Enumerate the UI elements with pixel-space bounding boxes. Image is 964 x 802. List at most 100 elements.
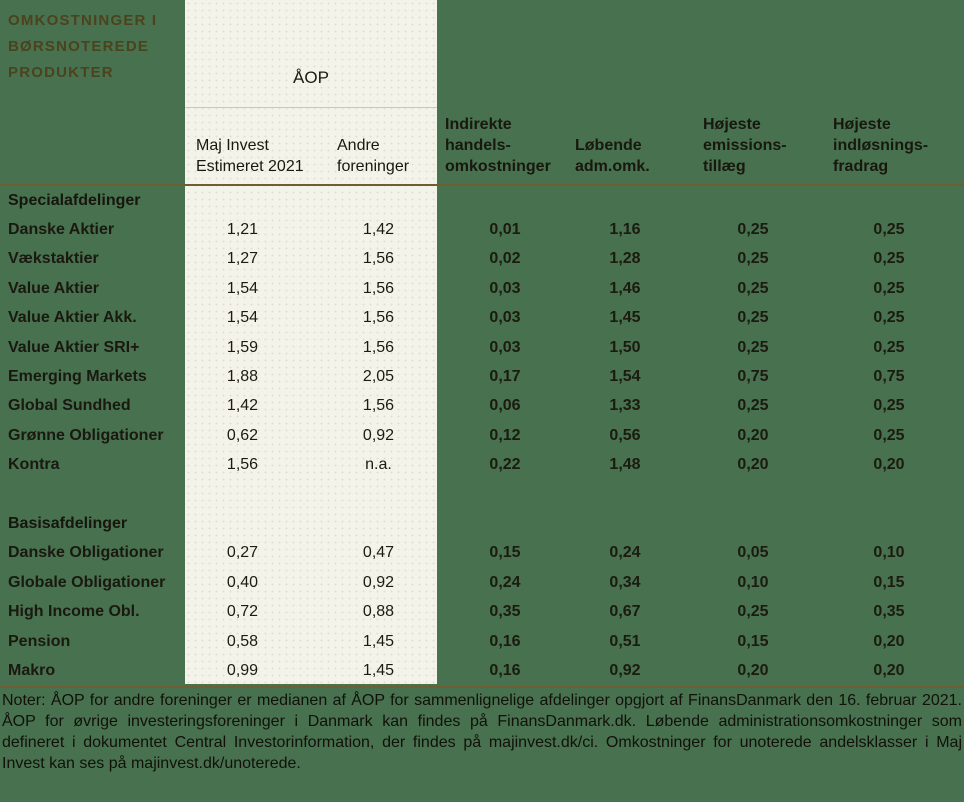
cell-hojeste-emissionstillaeg: 0,25 (737, 309, 769, 327)
table-row: Emerging Markets 1,88 2,05 0,17 1,54 0,75 0,75 (0, 362, 964, 391)
cell-aop-andre-foreninger: 1,56 (362, 250, 395, 268)
table-row: Value Aktier Akk. 1,54 1,56 0,03 1,45 0,25 0,2… (0, 304, 964, 333)
column-header-aop-andre-foreninger: Andre foreninger (337, 137, 410, 175)
cell-hojeste-emissionstillaeg: 0,20 (737, 426, 769, 444)
cell-aop-maj-invest: 0,72 (226, 603, 259, 621)
table-row: Kontra 1,56 n.a. 0,22 1,48 0,20 0,20 (0, 451, 964, 480)
table-row: Danske Aktier 1,21 1,42 0,01 1,16 0,25 0,25 (0, 215, 964, 244)
row-label: Danske Obligationer (8, 544, 164, 562)
cell-indirekte-handelsomkostninger: 0,06 (489, 397, 521, 415)
cell-indirekte-handelsomkostninger: 0,17 (489, 368, 521, 386)
cell-hojeste-emissionstillaeg: 0,25 (737, 397, 769, 415)
column-header-hojeste-emissionstillaeg: Højeste emissions- tillæg (703, 116, 787, 175)
cell-aop-andre-foreninger: 1,56 (362, 397, 395, 415)
cell-lobende-adm-omk: 1,28 (609, 250, 641, 268)
column-header-aop-maj-invest: Maj Invest Estimeret 2021 (196, 137, 304, 175)
row-label: Value Aktier SRI+ (8, 338, 140, 356)
cell-hojeste-indlosningsfradrag: 0,25 (873, 397, 905, 415)
cell-indirekte-handelsomkostninger: 0,24 (489, 573, 521, 591)
cell-hojeste-emissionstillaeg: 0,05 (737, 544, 769, 562)
cell-aop-maj-invest: 1,88 (226, 368, 259, 386)
row-label: Danske Aktier (8, 221, 115, 239)
cell-aop-maj-invest: 1,54 (226, 309, 259, 327)
cell-aop-maj-invest: 0,58 (226, 632, 259, 650)
row-label: Vækstaktier (8, 250, 99, 268)
row-label: High Income Obl. (8, 603, 140, 621)
cell-hojeste-indlosningsfradrag: 0,25 (873, 309, 905, 327)
cell-hojeste-emissionstillaeg: 0,25 (737, 250, 769, 268)
cell-hojeste-indlosningsfradrag: 0,20 (873, 661, 905, 679)
cell-hojeste-indlosningsfradrag: 0,25 (873, 250, 905, 268)
section-title: Basisafdelinger (8, 514, 128, 532)
row-label: Globale Obligationer (8, 573, 166, 591)
cell-hojeste-emissionstillaeg: 0,20 (737, 661, 769, 679)
column-header-lobende-adm-omk: Løbende adm.omk. (575, 137, 650, 175)
cell-hojeste-emissionstillaeg: 0,25 (737, 603, 769, 621)
cell-indirekte-handelsomkostninger: 0,02 (489, 250, 521, 268)
table-row: Global Sundhed 1,42 1,56 0,06 1,33 0,25 0,25 (0, 392, 964, 421)
row-label: Global Sundhed (8, 397, 131, 415)
cell-aop-andre-foreninger: 0,92 (362, 426, 395, 444)
cell-hojeste-indlosningsfradrag: 0,20 (873, 632, 905, 650)
cell-lobende-adm-omk: 1,45 (609, 309, 641, 327)
cell-lobende-adm-omk: 0,51 (609, 632, 641, 650)
cell-aop-andre-foreninger: 1,45 (362, 661, 395, 679)
cell-hojeste-indlosningsfradrag: 0,75 (873, 368, 905, 386)
cell-indirekte-handelsomkostninger: 0,03 (489, 338, 521, 356)
column-header-indirekte-handelsomkostninger: Indirekte handels- omkostninger (445, 116, 551, 175)
cell-hojeste-emissionstillaeg: 0,25 (737, 279, 769, 297)
cell-aop-andre-foreninger: 1,56 (362, 338, 395, 356)
table-row: Globale Obligationer 0,40 0,92 0,24 0,34 0,10… (0, 568, 964, 597)
table-row: Pension 0,58 1,45 0,16 0,51 0,15 0,20 (0, 627, 964, 656)
column-header-hojeste-indlosningsfradrag: Højeste indløsnings- fradrag (833, 116, 929, 175)
row-label: Kontra (8, 456, 60, 474)
cell-lobende-adm-omk: 1,54 (609, 368, 641, 386)
cell-aop-maj-invest: 1,27 (226, 250, 259, 268)
cell-aop-andre-foreninger: 0,92 (362, 573, 395, 591)
cell-aop-maj-invest: 1,42 (226, 397, 259, 415)
costs-table-page: OMKOSTNINGER I BØRSNOTEREDE PRODUKTER ÅO… (0, 0, 964, 802)
section-header-row: Basisafdelinger (0, 509, 964, 538)
cell-hojeste-indlosningsfradrag: 0,15 (873, 573, 905, 591)
cell-aop-andre-foreninger: 2,05 (362, 368, 395, 386)
cell-indirekte-handelsomkostninger: 0,16 (489, 661, 521, 679)
footnotes: Noter: ÅOP for andre foreninger er media… (2, 692, 962, 772)
table-body: Specialafdelinger Danske Aktier 1,21 1,42 0,… (0, 186, 964, 686)
cell-aop-andre-foreninger: 0,47 (362, 544, 395, 562)
cell-aop-maj-invest: 1,59 (226, 338, 259, 356)
cell-indirekte-handelsomkostninger: 0,35 (489, 603, 521, 621)
cell-hojeste-indlosningsfradrag: 0,10 (873, 544, 905, 562)
cell-aop-andre-foreninger: 1,56 (362, 309, 395, 327)
cell-lobende-adm-omk: 0,24 (609, 544, 641, 562)
row-label: Emerging Markets (8, 368, 147, 386)
cell-aop-maj-invest: 0,27 (226, 544, 259, 562)
cell-hojeste-emissionstillaeg: 0,25 (737, 338, 769, 356)
cell-hojeste-indlosningsfradrag: 0,25 (873, 279, 905, 297)
cell-indirekte-handelsomkostninger: 0,12 (489, 426, 521, 444)
cell-hojeste-indlosningsfradrag: 0,25 (873, 221, 905, 239)
cell-lobende-adm-omk: 1,16 (609, 221, 641, 239)
table-row: Vækstaktier 1,27 1,56 0,02 1,28 0,25 0,25 (0, 245, 964, 274)
cell-lobende-adm-omk: 0,34 (609, 573, 641, 591)
cell-lobende-adm-omk: 1,33 (609, 397, 641, 415)
cell-hojeste-emissionstillaeg: 0,10 (737, 573, 769, 591)
cell-indirekte-handelsomkostninger: 0,16 (489, 632, 521, 650)
cell-lobende-adm-omk: 1,50 (609, 338, 641, 356)
cell-lobende-adm-omk: 0,56 (609, 426, 641, 444)
cell-indirekte-handelsomkostninger: 0,22 (489, 456, 521, 474)
cell-hojeste-emissionstillaeg: 0,15 (737, 632, 769, 650)
cell-indirekte-handelsomkostninger: 0,15 (489, 544, 521, 562)
section-title: Specialafdelinger (8, 191, 141, 209)
cell-hojeste-emissionstillaeg: 0,25 (737, 221, 769, 239)
row-label: Grønne Obligationer (8, 426, 164, 444)
table-row: High Income Obl. 0,72 0,88 0,35 0,67 0,25 0,35 (0, 597, 964, 626)
cell-aop-andre-foreninger: 0,88 (362, 603, 395, 621)
cell-indirekte-handelsomkostninger: 0,03 (489, 279, 521, 297)
cell-aop-maj-invest: 1,54 (226, 279, 259, 297)
cell-hojeste-indlosningsfradrag: 0,35 (873, 603, 905, 621)
cell-lobende-adm-omk: 0,92 (609, 661, 641, 679)
cell-aop-maj-invest: 0,62 (226, 426, 259, 444)
cell-hojeste-indlosningsfradrag: 0,25 (873, 426, 905, 444)
cell-hojeste-emissionstillaeg: 0,75 (737, 368, 769, 386)
